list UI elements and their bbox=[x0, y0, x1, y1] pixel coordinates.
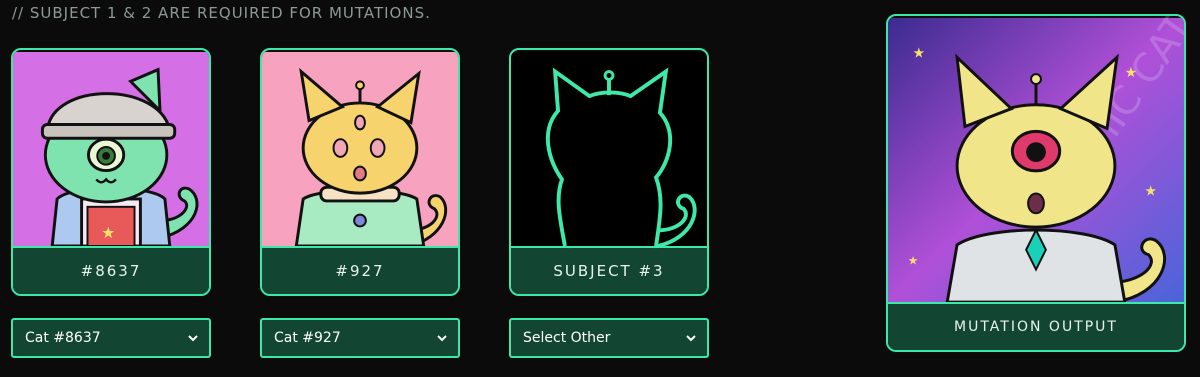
subject-1-label: #8637 bbox=[13, 246, 209, 294]
svg-text:★: ★ bbox=[1145, 184, 1157, 200]
cat-927-image bbox=[262, 51, 458, 248]
cat-8637-image: ★ bbox=[13, 51, 209, 248]
mutation-output-card: COSMIC CATS ★ ★ ★ ★ MUTATION OUTPUT bbox=[886, 14, 1186, 352]
subject-2-select[interactable]: Cat #927 bbox=[260, 318, 460, 358]
subject-1-card[interactable]: ★ #8637 bbox=[11, 48, 211, 296]
subject-2-select-value: Cat #927 bbox=[274, 330, 341, 346]
subject-3-select-value: Select Other bbox=[523, 330, 611, 346]
svg-text:★: ★ bbox=[913, 45, 925, 61]
subject-3-label: SUBJECT #3 bbox=[511, 246, 707, 294]
subject-3-select[interactable]: Select Other bbox=[509, 318, 709, 358]
mutation-output-label: MUTATION OUTPUT bbox=[888, 302, 1184, 350]
mutation-output-image: COSMIC CATS ★ ★ ★ ★ bbox=[888, 16, 1184, 304]
chevron-down-icon bbox=[437, 335, 447, 342]
mutation-instructions: // SUBJECT 1 & 2 ARE REQUIRED FOR MUTATI… bbox=[12, 4, 431, 22]
chevron-down-icon bbox=[686, 335, 696, 342]
chevron-down-icon bbox=[188, 335, 198, 342]
subject-2-card[interactable]: #927 bbox=[260, 48, 460, 296]
subject-3-card[interactable]: SUBJECT #3 bbox=[509, 48, 709, 296]
subject-1-select[interactable]: Cat #8637 bbox=[11, 318, 211, 358]
svg-text:★: ★ bbox=[101, 223, 115, 242]
svg-text:★: ★ bbox=[908, 254, 919, 268]
svg-text:★: ★ bbox=[1125, 65, 1137, 81]
cat-silhouette-icon bbox=[511, 51, 707, 248]
subject-1-select-value: Cat #8637 bbox=[25, 330, 101, 346]
subject-2-label: #927 bbox=[262, 246, 458, 294]
